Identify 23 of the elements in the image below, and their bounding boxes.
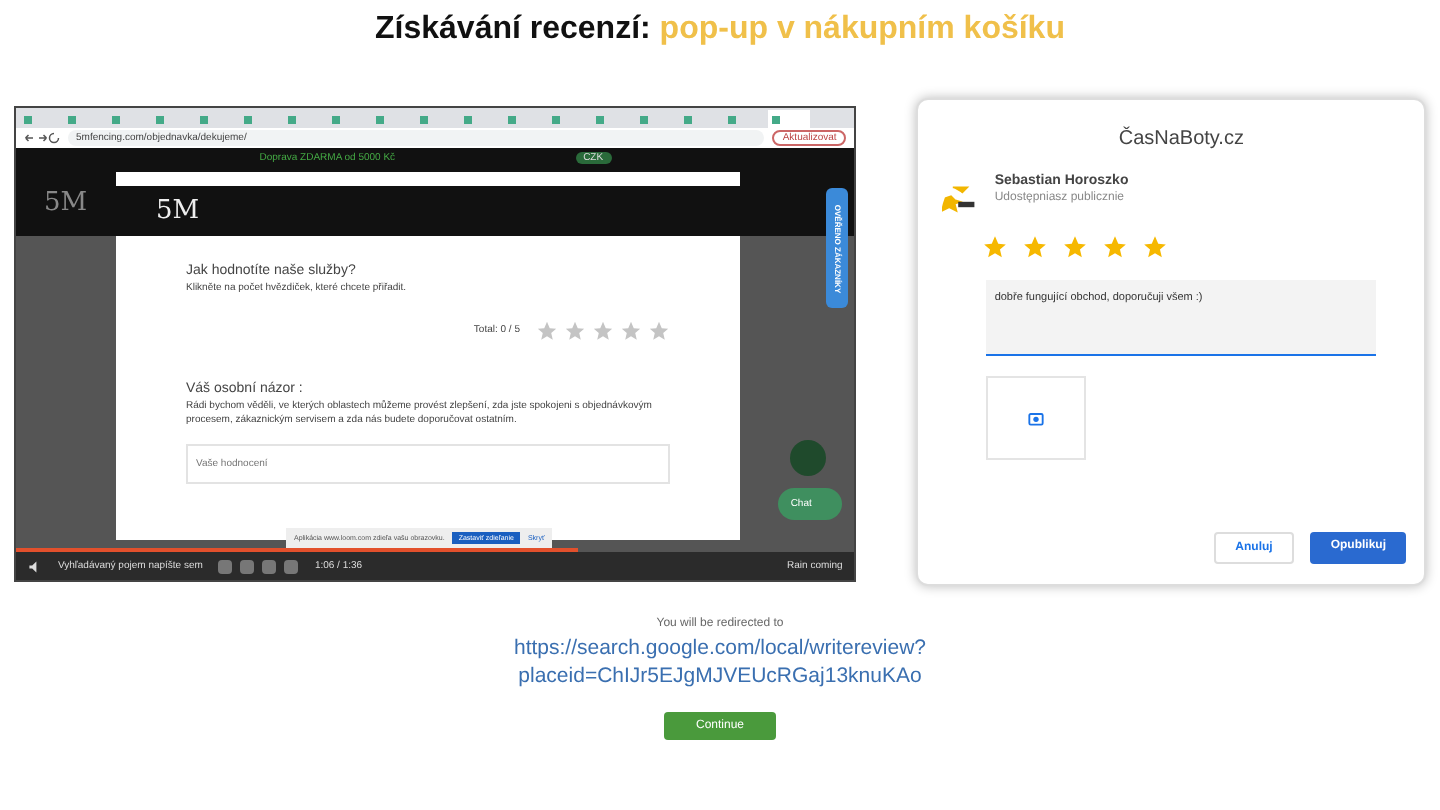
camera-icon bbox=[1028, 410, 1045, 426]
star-icon[interactable] bbox=[648, 320, 670, 342]
review-link[interactable]: https://search.google.com/local/writereview?placeid=ChIJr5EJgMJVEUcRGaj13knuKAo bbox=[511, 634, 929, 690]
add-photo-button[interactable] bbox=[986, 376, 1087, 460]
star-icon[interactable] bbox=[536, 320, 558, 342]
star-icon[interactable] bbox=[620, 320, 642, 342]
star-icon[interactable] bbox=[1142, 234, 1169, 260]
star-icon[interactable] bbox=[982, 234, 1009, 260]
site-logo: 5M bbox=[44, 187, 88, 217]
avatar-icon bbox=[942, 182, 979, 218]
star-icon[interactable] bbox=[1062, 234, 1089, 260]
title-highlight: pop-up v nákupním košíku bbox=[659, 12, 1065, 46]
modal-logo: 5M bbox=[156, 196, 200, 226]
navigation-icon[interactable] bbox=[24, 132, 60, 144]
place-name: ČasNaBoty.cz bbox=[1116, 128, 1246, 150]
browser-tab[interactable] bbox=[768, 110, 810, 128]
speaker-icon[interactable] bbox=[28, 559, 42, 573]
star-icon[interactable] bbox=[592, 320, 614, 342]
slide-title: Získávání recenzí: pop-up v nákupním košíku bbox=[375, 12, 1065, 48]
star-icon[interactable] bbox=[1022, 234, 1049, 260]
star-rating[interactable] bbox=[536, 320, 670, 342]
star-icon[interactable] bbox=[564, 320, 586, 342]
star-icon[interactable] bbox=[1102, 234, 1129, 260]
